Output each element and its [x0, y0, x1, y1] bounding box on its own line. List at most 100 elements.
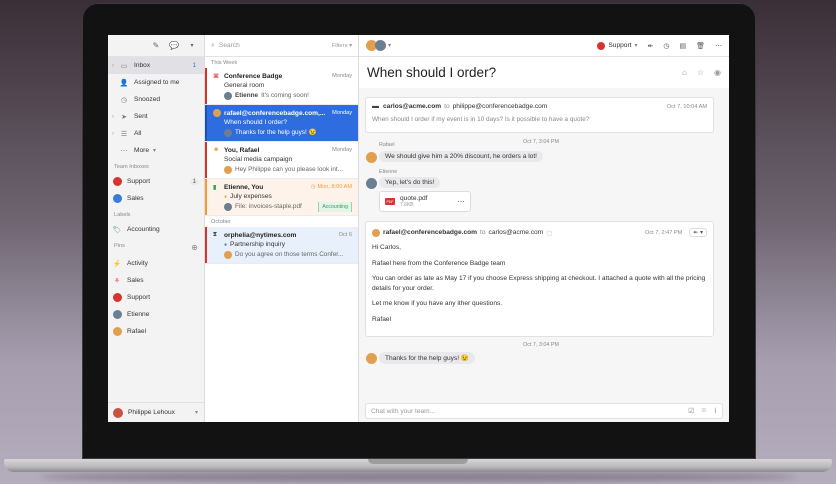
section-header: October — [211, 219, 231, 225]
pin-sales[interactable]: ⚘ Sales — [108, 272, 204, 289]
assignees[interactable]: ▾ — [366, 40, 391, 51]
sidebar-item-label: Etienne — [127, 311, 150, 318]
sidebar-item-label: More — [134, 147, 150, 154]
email-icon: ▬ — [372, 103, 379, 110]
sidebar-item-all[interactable]: › ☰ All — [108, 125, 204, 142]
sales-icon: ⚘ — [113, 277, 121, 285]
section-header: Team Inboxes — [114, 164, 149, 170]
avatar — [112, 327, 122, 337]
sidebar-item-label: Activity — [127, 260, 148, 267]
avatar — [372, 228, 380, 237]
avatar — [112, 310, 122, 320]
sidebar-item-label: Support — [127, 178, 151, 185]
snooze-icon[interactable]: ◷ — [663, 42, 669, 50]
avatar — [375, 40, 386, 51]
sales-icon — [112, 194, 122, 204]
chat-author: Rafael — [379, 142, 395, 148]
chevron-right-icon[interactable]: › — [112, 63, 119, 69]
chat-composer[interactable]: Chat with your team... ☑ ☺ ⌇ — [365, 403, 723, 419]
chat-icon[interactable]: 💬 — [168, 40, 180, 52]
avatar — [366, 353, 377, 364]
label-tag[interactable]: Accounting — [318, 202, 352, 212]
chat-input[interactable]: Chat with your team... — [371, 408, 435, 415]
user-name: Philippe Lehoux — [128, 409, 175, 416]
sidebar-item-assigned[interactable]: 👤 Assigned to me — [108, 74, 204, 91]
laptop-shadow — [40, 472, 796, 482]
compose-icon[interactable]: ✎ — [150, 40, 162, 52]
laptop-notch — [368, 459, 468, 464]
email-card[interactable]: ▬ carlos@acme.com to philippe@conference… — [365, 97, 714, 133]
list-item[interactable]: ▮ Etienne, You ◷ Mon, 8:00 AM ● July expense… — [205, 179, 358, 216]
eye-icon[interactable]: ◉ — [714, 68, 721, 77]
tag-icon[interactable]: ⌂ — [682, 68, 687, 77]
list-item-selected[interactable]: rafael@conferencebadge.com,... Monday Whe… — [205, 105, 358, 142]
chevron-right-icon[interactable]: › — [112, 131, 119, 137]
list-item[interactable]: ☻ You, Rafael Monday Social media campaign… — [205, 142, 358, 179]
chat-bubble: We should give him a 20% discount, he or… — [379, 151, 543, 162]
search-icon: ⌕ — [211, 41, 215, 49]
pin-etienne[interactable]: Etienne — [108, 306, 204, 323]
more-icon: ⋯ — [120, 147, 128, 155]
list-item[interactable]: ⌘ Conference Badge Monday General room Eti… — [205, 68, 358, 105]
sidebar-item-more[interactable]: ⋯ More ▾ — [108, 142, 204, 159]
conversation-toolbar: ▾ Support ▾ ↞ ◷ ▤ 🗑 ⋯ — [359, 35, 729, 57]
conversation-subject: When should I order? ⌂ ☆ ◉ — [359, 57, 729, 88]
sidebar-item-label: Sales — [127, 195, 144, 202]
reply-all-icon[interactable]: ↞ — [648, 42, 654, 50]
pin-activity[interactable]: ⚡ Activity — [108, 255, 204, 272]
sidebar-item-accounting[interactable]: 🏷 Accounting — [108, 221, 204, 238]
email-from: carlos@acme.com — [383, 103, 442, 110]
email-to: carlos@acme.com — [488, 229, 544, 236]
more-icon[interactable]: ⋯ — [715, 42, 722, 50]
app-window: ✎ 💬 ▾ › ▭ Inbox 1 👤 Assigned to me ◷ Sno… — [108, 35, 729, 422]
sidebar-item-label: Sales — [127, 277, 144, 284]
sidebar-item-support[interactable]: Support 1 — [108, 173, 204, 190]
chart-icon: ▮ — [213, 184, 217, 191]
search-bar[interactable]: ⌕ Search Filters ▾ — [205, 35, 358, 57]
filters-button[interactable]: Filters ▾ — [332, 43, 352, 49]
chevron-right-icon[interactable]: › — [112, 114, 119, 120]
avatar — [224, 92, 232, 100]
nyt-icon: 𝕿 — [213, 231, 217, 238]
section-header: Labels — [114, 212, 131, 218]
chevron-down-icon[interactable]: ▾ — [186, 40, 198, 52]
mention-icon: ☻ — [213, 147, 220, 153]
chat-timestamp: Oct 7, 3:04 PM — [523, 139, 559, 145]
reply-button[interactable]: ↞ ▾ — [689, 228, 707, 237]
archive-icon[interactable]: ▤ — [679, 42, 686, 50]
email-snippet: When should I order if my event is in 10… — [372, 116, 590, 123]
checklist-icon[interactable]: ☑ — [688, 407, 694, 415]
sidebar-item-label: All — [134, 130, 142, 137]
sidebar-item-label: Assigned to me — [134, 79, 180, 86]
sidebar-item-inbox[interactable]: › ▭ Inbox 1 — [108, 57, 204, 74]
attachment-size: 7.6KB — [400, 202, 414, 208]
copy-icon[interactable]: ▢ — [546, 229, 552, 237]
stack-icon: ☰ — [120, 130, 128, 138]
sidebar-item-sales[interactable]: Sales — [108, 190, 204, 207]
attachment[interactable]: PDF quote.pdf 7.6KB ⋯ — [379, 191, 471, 212]
send-icon: ➤ — [121, 113, 127, 121]
badge-icon: ⌘ — [213, 73, 219, 80]
email-card[interactable]: rafael@conferencebadge.com to carlos@acm… — [365, 221, 714, 337]
support-icon — [597, 41, 606, 50]
more-icon[interactable]: ⋯ — [457, 197, 465, 206]
user-menu[interactable]: Philippe Lehoux ▾ — [108, 402, 204, 422]
chat-bubble: Yep, let's do this! — [379, 177, 441, 188]
activity-icon: ⚡ — [112, 260, 122, 268]
emoji-icon[interactable]: ☺ — [700, 407, 707, 415]
sidebar-item-snoozed[interactable]: ◷ Snoozed — [108, 91, 204, 108]
add-pin-icon[interactable]: ⊕ — [191, 243, 198, 252]
sidebar-item-sent[interactable]: › ➤ Sent — [108, 108, 204, 125]
conversation-pane: ▾ Support ▾ ↞ ◷ ▤ 🗑 ⋯ When should I orde… — [359, 35, 729, 422]
list-item[interactable]: 𝕿orphelia@nytimes.com Oct 6 ● Partnership … — [205, 227, 358, 264]
section-header: This Week — [211, 60, 238, 66]
attach-icon[interactable]: ⌇ — [714, 407, 717, 415]
pdf-icon: PDF — [385, 198, 395, 205]
chat-author: Etienne — [379, 169, 398, 175]
pin-support[interactable]: Support — [108, 289, 204, 306]
search-input[interactable]: Search — [219, 42, 240, 49]
star-icon[interactable]: ☆ — [697, 68, 704, 77]
inbox-selector[interactable]: Support ▾ — [597, 41, 638, 50]
trash-icon[interactable]: 🗑 — [696, 42, 705, 50]
pin-rafael[interactable]: Rafael — [108, 323, 204, 340]
